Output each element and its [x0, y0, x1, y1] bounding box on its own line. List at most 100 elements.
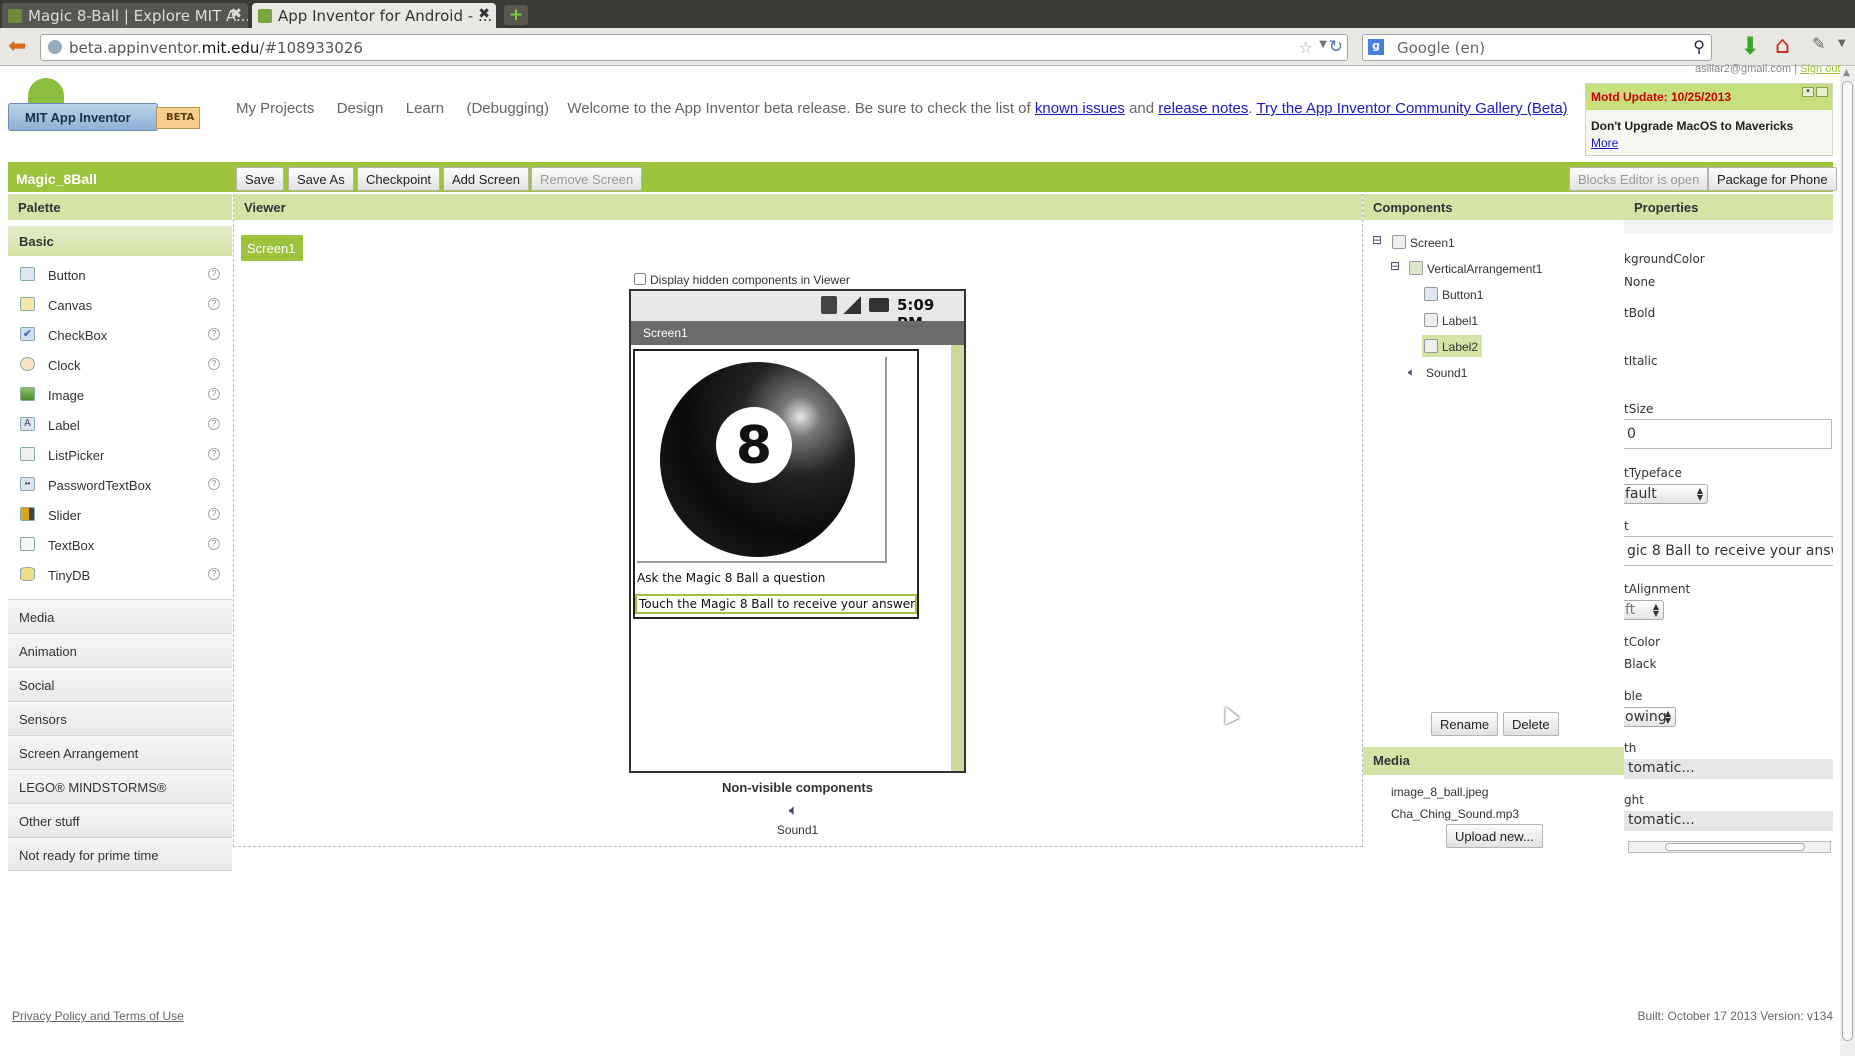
save-as-button[interactable]: Save As [288, 167, 354, 191]
palette-item-image[interactable]: Image? [20, 380, 220, 410]
rename-button[interactable]: Rename [1431, 712, 1499, 736]
help-icon[interactable]: ? [208, 538, 220, 550]
privacy-link[interactable]: Privacy Policy and Terms of Use [12, 1009, 184, 1023]
search-input[interactable]: g Google (en) ⚲ [1362, 34, 1712, 61]
help-icon[interactable]: ? [208, 388, 220, 400]
url-path: /#108933026 [259, 39, 363, 57]
dropdown-icon[interactable]: ▼ [1319, 39, 1327, 50]
palette-item-textbox[interactable]: TextBox? [20, 530, 220, 560]
checkpoint-button[interactable]: Checkpoint [357, 167, 441, 191]
prop-label-height: ght [1624, 793, 1644, 807]
known-issues-link[interactable]: known issues [1035, 100, 1125, 117]
help-icon[interactable]: ? [208, 568, 220, 580]
remove-screen-button[interactable]: Remove Screen [531, 167, 643, 191]
nav-my-projects[interactable]: My Projects [236, 100, 314, 117]
speaker-icon[interactable]: 🔈︎ [789, 801, 798, 819]
phone-scrollbar[interactable] [951, 345, 964, 771]
properties-horizontal-scrollbar[interactable] [1628, 841, 1831, 853]
delete-button[interactable]: Delete [1503, 712, 1559, 736]
gallery-link[interactable]: Try the App Inventor Community Gallery (… [1256, 100, 1567, 117]
bookmark-star-icon[interactable]: ☆ [1299, 38, 1313, 57]
scroll-up-icon[interactable]: ▲ [1843, 68, 1850, 78]
help-icon[interactable]: ? [208, 358, 220, 370]
save-button[interactable]: Save [236, 167, 284, 191]
drawer-lego-mindstorms[interactable]: LEGO® MINDSTORMS® [8, 769, 232, 803]
motd-close-icon[interactable] [1816, 87, 1828, 97]
help-icon[interactable]: ? [208, 508, 220, 520]
scroll-thumb[interactable] [1842, 81, 1853, 1041]
media-file-sound[interactable]: Cha_Ching_Sound.mp3 [1391, 807, 1519, 821]
close-tab-icon[interactable]: ✖ [230, 6, 242, 22]
prop-label-text-alignment: tAlignment [1624, 582, 1691, 596]
browser-tab-appinventor[interactable]: App Inventor for Android - ... ✖ [252, 3, 496, 28]
prop-value-background-color[interactable]: None [1624, 275, 1655, 289]
release-notes-link[interactable]: release notes [1158, 100, 1248, 117]
media-file-image[interactable]: image_8_ball.jpeg [1391, 785, 1488, 799]
palette-item-listpicker[interactable]: ListPicker? [20, 440, 220, 470]
collapse-icon[interactable]: ⊟ [1372, 233, 1382, 247]
magic-8-ball-image[interactable]: 8 [660, 362, 855, 557]
motd-minimize-icon[interactable]: ▾ [1802, 87, 1814, 97]
prop-input-text[interactable]: gic 8 Ball to receive your answer [1624, 536, 1833, 566]
collapse-icon[interactable]: ⊟ [1390, 259, 1400, 273]
prop-value-width[interactable]: tomatic... [1624, 759, 1833, 779]
address-bar[interactable]: beta.appinventor.mit.edu/#108933026 ☆ ▼ … [40, 34, 1348, 61]
menu-chevron-icon[interactable]: ▼ [1838, 38, 1846, 49]
blocks-editor-button[interactable]: Blocks Editor is open [1569, 167, 1709, 191]
package-for-phone-button[interactable]: Package for Phone [1708, 167, 1837, 191]
download-icon[interactable]: ⬇ [1740, 32, 1760, 60]
help-icon[interactable]: ? [208, 298, 220, 310]
nav-debugging[interactable]: (Debugging) [466, 100, 549, 117]
help-icon[interactable]: ? [208, 448, 220, 460]
close-tab-icon[interactable]: ✖ [478, 6, 490, 22]
home-icon[interactable]: ⌂ [1775, 31, 1790, 59]
drawer-social[interactable]: Social [8, 667, 232, 701]
palette-item-checkbox[interactable]: ✔ CheckBox? [20, 320, 220, 350]
help-icon[interactable]: ? [208, 478, 220, 490]
drawer-animation[interactable]: Animation [8, 633, 232, 667]
prop-select-text-alignment[interactable]: ft ▲ ▼ [1624, 600, 1664, 620]
nav-learn[interactable]: Learn [406, 100, 444, 117]
help-icon[interactable]: ? [208, 418, 220, 430]
drawer-sensors[interactable]: Sensors [8, 701, 232, 735]
extension-icon[interactable]: ✎ [1812, 34, 1825, 53]
palette-item-passwordtextbox[interactable]: •• PasswordTextBox? [20, 470, 220, 500]
help-icon[interactable]: ? [208, 268, 220, 280]
label1-preview[interactable]: Ask the Magic 8 Ball a question [637, 571, 825, 585]
prop-input-font-size[interactable]: 0 [1624, 419, 1832, 449]
palette-item-tinydb[interactable]: TinyDB? [20, 560, 220, 590]
drawer-other-stuff[interactable]: Other stuff [8, 803, 232, 837]
prop-select-visible[interactable]: owing ▲ ▼ [1624, 707, 1676, 727]
drawer-media[interactable]: Media [8, 599, 232, 633]
palette-basic-header[interactable]: Basic [8, 226, 232, 256]
prop-select-font-typeface[interactable]: fault ▲ ▼ [1624, 484, 1708, 504]
help-icon[interactable]: ? [208, 328, 220, 340]
palette-item-button[interactable]: Button? [20, 260, 220, 290]
add-screen-button[interactable]: Add Screen [443, 167, 529, 191]
nonvisible-sound1[interactable]: Sound1 [700, 823, 895, 837]
label2-preview[interactable]: Touch the Magic 8 Ball to receive your a… [635, 594, 917, 614]
palette-item-canvas[interactable]: Canvas? [20, 290, 220, 320]
page-scrollbar[interactable]: ▲ [1840, 67, 1855, 1056]
screen1-selector-button[interactable]: Screen1 [241, 235, 303, 261]
scroll-thumb[interactable] [1665, 843, 1805, 851]
prop-value-text-color[interactable]: Black [1624, 657, 1656, 671]
palette-item-slider[interactable]: Slider? [20, 500, 220, 530]
palette-item-clock[interactable]: Clock? [20, 350, 220, 380]
sign-out-link[interactable]: Sign out [1800, 63, 1840, 75]
browser-tab-magic8ball[interactable]: Magic 8-Ball | Explore MIT A... ✖ [2, 3, 248, 28]
reload-icon[interactable]: ↻ [1329, 37, 1343, 57]
logo[interactable]: MIT App Inventor BETA [8, 76, 200, 136]
search-icon[interactable]: ⚲ [1693, 37, 1705, 56]
nav-design[interactable]: Design [337, 100, 384, 117]
new-tab-icon[interactable]: + [504, 5, 528, 25]
drawer-screen-arrangement[interactable]: Screen Arrangement [8, 735, 232, 769]
vertical-arrangement[interactable]: 8 Ask the Magic 8 Ball a question Touch … [633, 349, 919, 619]
prop-value-height[interactable]: tomatic... [1624, 811, 1833, 831]
back-icon[interactable]: ⬅ [8, 34, 26, 59]
hidden-components-checkbox[interactable] [634, 273, 646, 285]
drawer-not-ready[interactable]: Not ready for prime time [8, 837, 232, 871]
palette-item-label[interactable]: A Label? [20, 410, 220, 440]
motd-more-link[interactable]: More [1591, 136, 1618, 150]
upload-new-button[interactable]: Upload new... [1446, 824, 1543, 848]
